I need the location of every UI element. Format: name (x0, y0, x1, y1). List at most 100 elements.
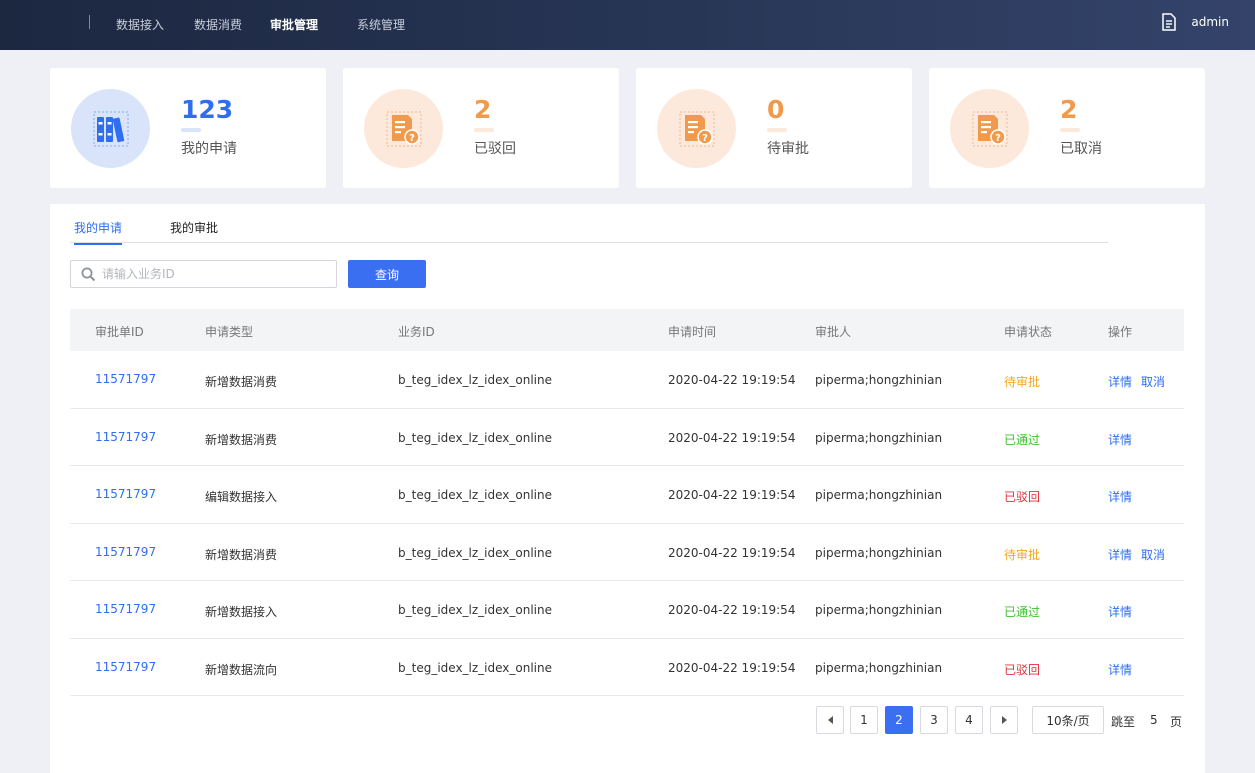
business-id: b_teg_idex_lz_idex_online (398, 603, 553, 617)
table-header: 审批单ID 申请类型 业务ID 申请时间 审批人 申请状态 操作 (70, 309, 1184, 351)
application-type: 编辑数据接入 (205, 490, 278, 504)
column-header: 审批人 (815, 325, 852, 339)
row-actions: 详情 (1108, 488, 1141, 505)
approver: piperma;hongzhinian (815, 430, 943, 445)
stat-value: 2 (1060, 95, 1078, 124)
application-status: 待审批 (1004, 375, 1041, 389)
applications-table: 审批单ID 申请类型 业务ID 申请时间 审批人 申请状态 操作 1157179… (70, 309, 1184, 696)
page-suffix: 页 (1170, 715, 1183, 729)
stat-icon-circle (71, 89, 150, 168)
application-id-link[interactable]: 11571797 (95, 430, 156, 444)
nav-item-system[interactable]: 系统管理 (357, 16, 405, 33)
details-link[interactable]: 详情 (1108, 433, 1132, 447)
username: admin (1191, 15, 1229, 29)
application-type: 新增数据消费 (205, 547, 278, 562)
row-actions: 详情 (1108, 603, 1141, 620)
stat-card-cancelled[interactable]: ? 2 已取消 (929, 68, 1205, 188)
approver: piperma;hongzhinian (815, 373, 943, 387)
column-header: 业务ID (398, 325, 435, 339)
details-link[interactable]: 详情 (1108, 663, 1132, 677)
nav-item-data-consume[interactable]: 数据消费 (194, 16, 242, 33)
stat-icon-circle: ? (950, 89, 1029, 168)
column-header: 申请状态 (1004, 325, 1053, 339)
tab-my-applications[interactable]: 我的申请 (74, 219, 123, 245)
application-time: 2020-04-22 19:19:54 (668, 603, 796, 617)
page-size-select[interactable]: 10条/页 (1032, 706, 1104, 734)
stat-value: 2 (474, 95, 492, 124)
details-link[interactable]: 详情 (1108, 490, 1132, 504)
svg-text:?: ? (409, 133, 415, 144)
stat-icon-circle: ? (364, 89, 443, 168)
stat-value: 123 (181, 95, 234, 124)
stat-icon-circle: ? (657, 89, 736, 168)
stat-card-pending[interactable]: ? 0 待审批 (636, 68, 912, 188)
user-menu[interactable]: admin (1161, 13, 1229, 31)
tab-bar: 我的申请 我的审批 (70, 204, 1108, 245)
application-status: 已驳回 (1004, 490, 1041, 504)
application-status: 已通过 (1004, 432, 1041, 447)
table-row: 11571797 新增数据消费 b_teg_idex_lz_idex_online 2… (70, 351, 1184, 409)
application-id-link[interactable]: 11571797 (95, 602, 156, 616)
business-id: b_teg_idex_lz_idex_online (398, 488, 553, 502)
application-id-link[interactable]: 11571797 (95, 660, 156, 674)
stat-label: 我的申请 (181, 141, 237, 157)
caret-right-icon (1001, 716, 1007, 724)
prev-page-button[interactable] (816, 706, 844, 734)
pending-doc-icon: ? (972, 111, 1007, 146)
business-id: b_teg_idex_lz_idex_online (398, 373, 553, 387)
application-id-link[interactable]: 11571797 (95, 545, 156, 559)
pagination: 1 2 3 4 10条/页 跳至 5 页 (816, 706, 1186, 734)
nav-item-approval[interactable]: 审批管理 (270, 16, 318, 33)
jump-label: 跳至 (1111, 715, 1136, 729)
table-row: 11571797 新增数据流向 b_teg_idex_lz_idex_online 2… (70, 639, 1184, 696)
approver: piperma;hongzhinian (815, 488, 943, 502)
svg-text:?: ? (702, 133, 708, 144)
jump-page-input[interactable]: 5 (1150, 713, 1158, 727)
details-link[interactable]: 详情 (1108, 548, 1132, 562)
column-header: 操作 (1108, 325, 1133, 339)
row-actions: 详情 取消 (1108, 546, 1174, 563)
stat-card-my-applications[interactable]: 123 我的申请 (50, 68, 326, 188)
approver: piperma;hongzhinian (815, 660, 943, 675)
stat-underline (181, 128, 201, 132)
business-id: b_teg_idex_lz_idex_online (398, 545, 553, 560)
stat-value: 0 (767, 95, 785, 124)
top-nav-bar: 数据接入 数据消费 审批管理 系统管理 admin (0, 0, 1255, 50)
pending-doc-icon: ? (386, 111, 421, 146)
nav-divider (89, 15, 90, 29)
stat-underline (474, 128, 494, 132)
query-button[interactable]: 查询 (348, 260, 426, 288)
table-row: 11571797 新增数据接入 b_teg_idex_lz_idex_online 2… (70, 581, 1184, 639)
search-input[interactable] (102, 262, 328, 286)
application-type: 新增数据接入 (205, 605, 278, 619)
tab-my-approvals[interactable]: 我的审批 (170, 219, 218, 243)
details-link[interactable]: 详情 (1108, 375, 1132, 389)
search-box (70, 260, 337, 288)
stat-card-rejected[interactable]: ? 2 已驳回 (343, 68, 619, 188)
cancel-link[interactable]: 取消 (1141, 548, 1165, 562)
application-type: 新增数据消费 (205, 432, 278, 447)
next-page-button[interactable] (990, 706, 1018, 734)
page-button-1[interactable]: 1 (850, 706, 878, 734)
details-link[interactable]: 详情 (1108, 605, 1132, 619)
cancel-link[interactable]: 取消 (1141, 375, 1165, 389)
application-time: 2020-04-22 19:19:54 (668, 373, 796, 387)
application-time: 2020-04-22 19:19:54 (668, 488, 796, 502)
application-status: 待审批 (1004, 547, 1041, 562)
svg-text:?: ? (995, 133, 1001, 144)
page-button-4[interactable]: 4 (955, 706, 983, 734)
page-button-2[interactable]: 2 (885, 706, 913, 734)
caret-left-icon (827, 716, 833, 724)
application-type: 新增数据消费 (205, 375, 278, 389)
nav-item-data-ingest[interactable]: 数据接入 (116, 16, 164, 33)
page-button-3[interactable]: 3 (920, 706, 948, 734)
main-panel: 我的申请 我的审批 查询 审批单ID 申请类型 业务ID 申请时间 审批人 申请… (50, 204, 1205, 773)
application-id-link[interactable]: 11571797 (95, 372, 156, 386)
row-actions: 详情 (1108, 661, 1141, 678)
row-actions: 详情 取消 (1108, 373, 1174, 390)
column-header: 审批单ID (95, 325, 144, 339)
approver: piperma;hongzhinian (815, 603, 943, 617)
row-actions: 详情 (1108, 431, 1141, 448)
application-id-link[interactable]: 11571797 (95, 487, 156, 501)
stat-label: 已取消 (1060, 141, 1102, 157)
